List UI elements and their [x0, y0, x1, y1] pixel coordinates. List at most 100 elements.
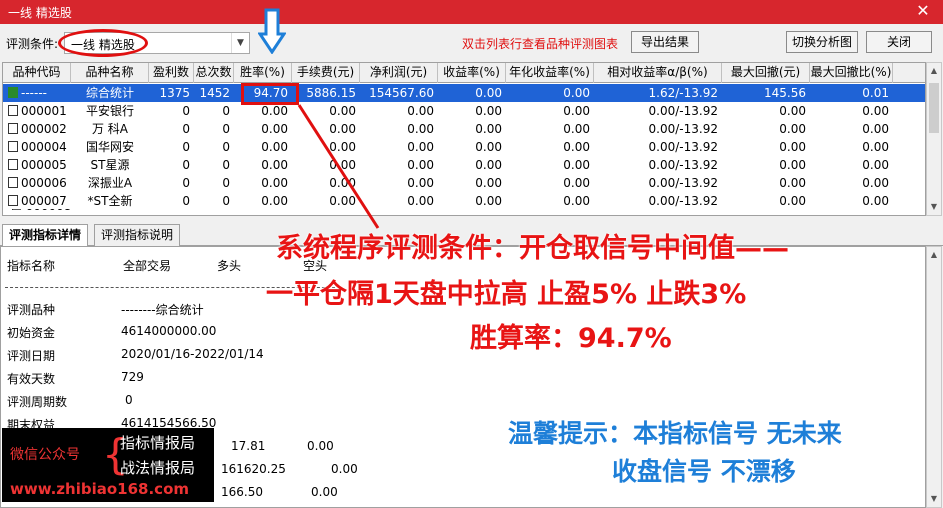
- cell-relative: 0.00/-13.92: [648, 176, 718, 190]
- chevron-down-icon[interactable]: ▼: [231, 33, 249, 53]
- cell-total: 0: [222, 158, 230, 172]
- cell-maxddp: 0.00: [862, 140, 889, 154]
- cell-win: 0: [182, 176, 190, 190]
- cell-name: 万 科A: [91, 122, 129, 136]
- column-header[interactable]: 相对收益率α/β(%): [594, 63, 722, 83]
- cell-rate: 0.00: [261, 158, 288, 172]
- cell-maxddp: 0.00: [862, 194, 889, 208]
- column-header[interactable]: 手续费(元): [292, 63, 360, 83]
- cell-profit: 0.00: [407, 176, 434, 190]
- detail-scrollbar[interactable]: ▲ ▼: [926, 246, 942, 508]
- cell-code: 000001: [3, 102, 71, 120]
- cell-maxddp: 0.00: [862, 122, 889, 136]
- cell-profit: 0.00: [407, 140, 434, 154]
- cell-code-text: ------: [21, 86, 47, 100]
- detail-label: 评测周期数: [7, 395, 68, 409]
- cell-maxdd: 0.00: [779, 122, 806, 136]
- condition-label: 评测条件:: [6, 37, 59, 51]
- detail-label: 评测日期: [7, 349, 56, 363]
- overlay-line-3: 胜算率：94.7%: [470, 323, 672, 354]
- column-header[interactable]: 胜率(%): [234, 63, 292, 83]
- cell-ret: 0.00: [475, 158, 502, 172]
- column-header[interactable]: 最大回撤(元): [722, 63, 810, 83]
- row-checkbox[interactable]: [8, 177, 18, 188]
- cell-win: 0: [182, 158, 190, 172]
- export-button[interactable]: 导出结果: [631, 31, 699, 53]
- table-row[interactable]: ------ 综合统计 1375 1452 94.70 5886.15 154567.60 0…: [3, 84, 925, 102]
- tab-detail[interactable]: 评测指标详情: [2, 224, 89, 247]
- switch-chart-button[interactable]: 切换分析图: [786, 31, 858, 53]
- table-row[interactable]: 000006 深振业A 0 0 0.00 0.00 0.00 0.00 0.00 0.00/-13…: [3, 174, 925, 192]
- cell-total: 0: [222, 140, 230, 154]
- watermark: 微信公众号 { 指标情报局 战法情报局 www.zhibiao168.com: [2, 428, 214, 502]
- detail-value: 0.00: [311, 485, 338, 499]
- cell-fee: 0.00: [329, 104, 356, 118]
- cell-rate: 0.00: [261, 194, 288, 208]
- column-header[interactable]: 收益率(%): [438, 63, 506, 83]
- cell-relative: 0.00/-13.92: [648, 104, 718, 118]
- cell-relative: 1.62/-13.92: [648, 86, 718, 100]
- cell-relative: 0.00/-13.92: [648, 194, 718, 208]
- detail-value: --------综合统计: [121, 303, 204, 317]
- app-window: 一线 精选股 ✕ 评测条件: 一线 精选股 ▼ 双击列表行查看品种评测图表 导出…: [0, 0, 943, 508]
- row-checkbox[interactable]: [8, 195, 18, 206]
- table-scrollbar[interactable]: ▲ ▼: [926, 62, 942, 216]
- row-checkbox[interactable]: [8, 123, 18, 134]
- cell-fee: 0.00: [329, 140, 356, 154]
- column-header[interactable]: 年化收益率(%): [506, 63, 594, 83]
- close-button[interactable]: 关闭: [866, 31, 932, 53]
- scroll-down-icon[interactable]: ▼: [927, 491, 941, 507]
- column-header[interactable]: 盈利数: [149, 63, 194, 83]
- table-row[interactable]: 000004 国华网安 0 0 0.00 0.00 0.00 0.00 0.00 0.00/-13…: [3, 138, 925, 156]
- detail-label: 评测品种: [7, 303, 56, 317]
- cell-name: 国华网安: [85, 140, 134, 154]
- cell-code-text: 000006: [21, 176, 67, 190]
- cell-maxdd: 145.56: [764, 86, 806, 100]
- results-table[interactable]: 品种代码 品种名称 盈利数 总次数 胜率(%) 手续费(元) 净利润(元) 收益率(%) 年化收…: [2, 62, 926, 216]
- cell-profit: 0.00: [407, 122, 434, 136]
- column-header[interactable]: 品种名称: [71, 63, 149, 83]
- cell-maxddp: 0.01: [862, 86, 889, 100]
- cell-profit: 0.00: [407, 104, 434, 118]
- cell-name: 综合统计: [85, 86, 134, 100]
- cell-rate: 0.00: [261, 176, 288, 190]
- scroll-up-icon[interactable]: ▲: [927, 63, 941, 79]
- column-header[interactable]: 品种代码: [3, 63, 71, 83]
- column-header[interactable]: 最大回撤比(%): [810, 63, 893, 83]
- cell-maxddp: 0.00: [862, 176, 889, 190]
- cell-rate: 0.00: [261, 140, 288, 154]
- cell-total: 0: [222, 122, 230, 136]
- watermark-wechat: 微信公众号: [10, 447, 80, 463]
- cell-fee: 0.00: [329, 194, 356, 208]
- cell-profit: 154567.60: [369, 86, 434, 100]
- row-checkbox[interactable]: [8, 105, 18, 116]
- cell-name: *ST全新: [87, 194, 133, 208]
- cell-fee: 0.00: [329, 176, 356, 190]
- row-checkbox[interactable]: [8, 159, 18, 170]
- column-header[interactable]: 净利润(元): [360, 63, 438, 83]
- cell-total: 1452: [199, 86, 230, 100]
- row-checkbox[interactable]: [8, 141, 18, 152]
- scroll-thumb[interactable]: [929, 83, 939, 133]
- detail-value: 0: [125, 393, 133, 407]
- table-row[interactable]: 000002 万 科A 0 0 0.00 0.00 0.00 0.00 0.00 0.00/-13…: [3, 120, 925, 138]
- close-icon[interactable]: ✕: [903, 0, 943, 24]
- cell-fee: 0.00: [329, 158, 356, 172]
- cell-total: 0: [222, 104, 230, 118]
- table-row[interactable]: 000001 平安银行 0 0 0.00 0.00 0.00 0.00 0.00 0.00/-13…: [3, 102, 925, 120]
- cell-name: ST星源: [90, 158, 130, 172]
- cell-name: 平安银行: [85, 104, 134, 118]
- detail-value: 161620.25: [221, 462, 286, 476]
- overlay-line-2: 一平仓隔1天盘中拉高 止盈5% 止跌3%: [266, 279, 747, 310]
- cell-ret: 0.00: [475, 86, 502, 100]
- cell-rate: 0.00: [261, 122, 288, 136]
- table-row[interactable]: 000005 ST星源 0 0 0.00 0.00 0.00 0.00 0.00 0.00/-13…: [3, 156, 925, 174]
- column-header[interactable]: 总次数: [194, 63, 234, 83]
- cell-win: 0: [182, 104, 190, 118]
- table-row[interactable]: 000007 *ST全新 0 0 0.00 0.00 0.00 0.00 0.00 0.00/-1…: [3, 192, 925, 210]
- cell-ret: 0.00: [475, 194, 502, 208]
- row-checkbox[interactable]: [8, 87, 18, 98]
- scroll-down-icon[interactable]: ▼: [927, 199, 941, 215]
- scroll-up-icon[interactable]: ▲: [927, 247, 941, 263]
- tab-description[interactable]: 评测指标说明: [94, 224, 181, 246]
